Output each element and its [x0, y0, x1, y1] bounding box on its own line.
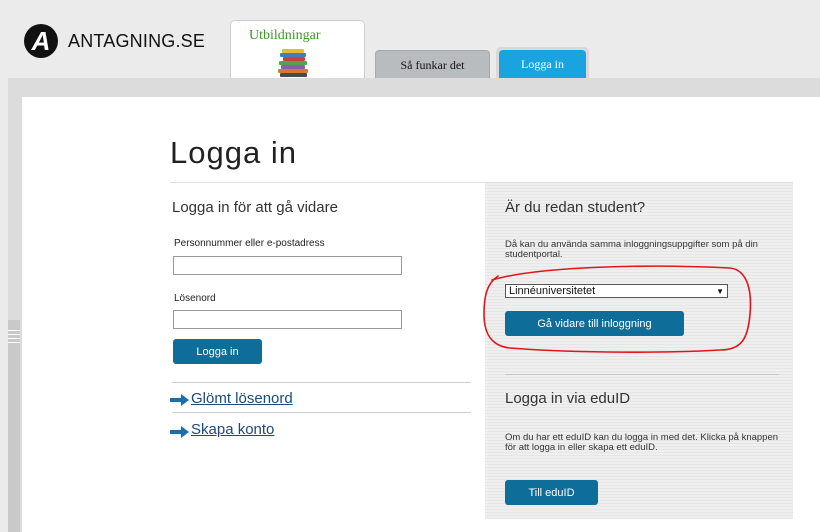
- links-divider-top: [172, 382, 471, 383]
- tab-sa-funkar-det[interactable]: Så funkar det: [375, 50, 490, 79]
- tab-logga-in[interactable]: Logga in: [496, 47, 589, 78]
- eduid-description: Om du har ett eduID kan du logga in med …: [505, 432, 779, 453]
- antagning-logo-icon[interactable]: A: [24, 24, 58, 58]
- eduid-divider: [505, 374, 779, 375]
- username-input[interactable]: [173, 256, 402, 275]
- page-title: Logga in: [170, 135, 297, 170]
- arrow-right-icon: [170, 426, 189, 438]
- eduid-button[interactable]: Till eduID: [505, 480, 598, 505]
- side-scroll-strip: [8, 320, 20, 532]
- books-icon: [278, 49, 310, 77]
- eduid-heading: Logga in via eduID: [505, 390, 631, 407]
- student-heading: Är du redan student?: [505, 199, 646, 216]
- links-divider-middle: [172, 412, 471, 413]
- tab-utbildningar[interactable]: Utbildningar: [230, 20, 365, 81]
- arrow-right-icon: [170, 394, 189, 406]
- login-heading: Logga in för att gå vidare: [172, 199, 338, 216]
- tab-logga-in-label: Logga in: [499, 50, 586, 78]
- login-button[interactable]: Logga in: [173, 339, 262, 364]
- student-description: Då kan du använda samma inloggningsuppgi…: [505, 239, 758, 260]
- password-label: Lösenord: [174, 293, 216, 304]
- tab-utbildningar-label: Utbildningar: [249, 28, 321, 43]
- site-name[interactable]: ANTAGNING.SE: [68, 31, 205, 52]
- forgot-password-link[interactable]: Glömt lösenord: [191, 390, 293, 407]
- password-input[interactable]: [173, 310, 402, 329]
- annotation-circle: [483, 265, 752, 353]
- create-account-link[interactable]: Skapa konto: [191, 421, 274, 438]
- username-label: Personnummer eller e-postadress: [174, 238, 325, 249]
